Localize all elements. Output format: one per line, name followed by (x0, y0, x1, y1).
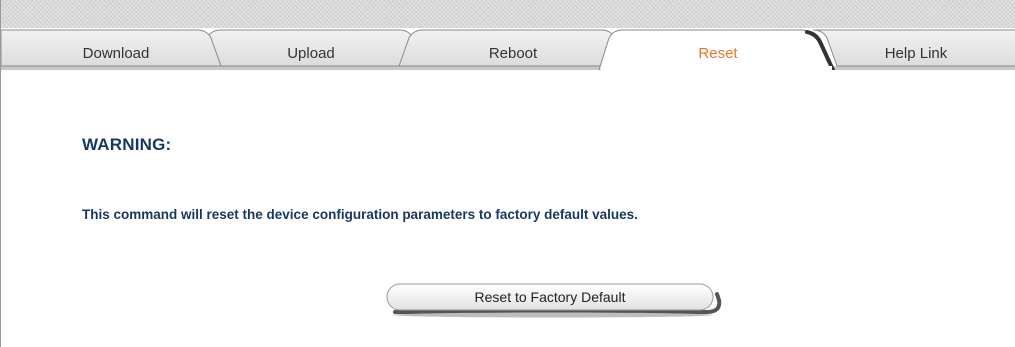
tab-help-link[interactable]: Help Link (841, 44, 991, 64)
tab-bar: Download Upload Reboot Reset Help Link (1, 28, 1015, 90)
reset-button-label: Reset to Factory Default (474, 289, 626, 305)
reset-to-factory-default-button[interactable]: Reset to Factory Default (385, 282, 723, 320)
reset-panel: Download Upload Reboot Reset Help Link W… (0, 0, 1015, 347)
warning-message: This command will reset the device confi… (82, 207, 638, 222)
warning-title: WARNING: (82, 135, 172, 154)
tab-download[interactable]: Download (41, 44, 191, 64)
tab-reboot[interactable]: Reboot (433, 44, 593, 64)
tab-reset[interactable]: Reset (633, 44, 803, 64)
tab-upload[interactable]: Upload (231, 44, 391, 64)
header-strip (1, 0, 1015, 28)
